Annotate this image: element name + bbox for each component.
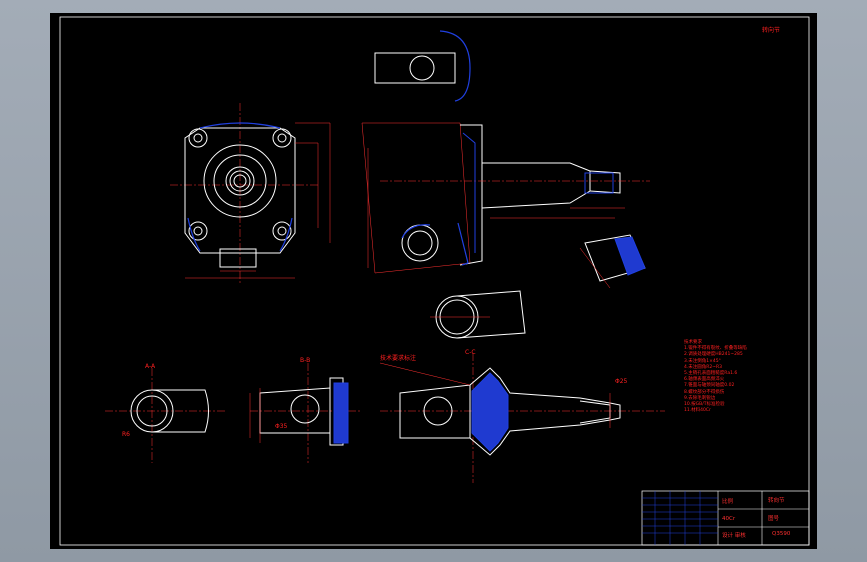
section-a-view xyxy=(105,368,225,463)
detail-section xyxy=(579,234,646,289)
section-a-label: A-A xyxy=(145,363,156,370)
title-code: Q3590 xyxy=(772,531,791,537)
title-drawing-no: 图号 xyxy=(768,516,780,522)
arrow-note: 技术要求标注 xyxy=(380,355,417,362)
title-name: 转向节 xyxy=(768,498,785,504)
dim-note-left: R6 xyxy=(122,431,130,438)
inner-frame xyxy=(59,16,810,546)
pin-detail xyxy=(430,290,526,339)
note-line: 11.材料40Cr xyxy=(684,408,711,414)
drawing-sheet: 转向节 A-A B-B C-C R6 Φ35 Φ25 技术要求标注 技术要求 1… xyxy=(50,13,817,549)
cad-drawing xyxy=(59,16,810,546)
section-b-label: B-B xyxy=(300,357,311,364)
dim-note-mid: Φ35 xyxy=(275,423,288,430)
technical-notes: 技术要求 1.锻件不得有裂纹、折叠等缺陷 2.调质处理硬度HB241~285 3… xyxy=(684,340,794,414)
section-c-label: C-C xyxy=(465,349,476,356)
knuckle-side-view xyxy=(361,30,650,274)
title-company: 设计 审核 xyxy=(722,533,746,539)
corner-mark: 转向节 xyxy=(762,27,781,34)
dim-note-right: Φ25 xyxy=(615,378,628,385)
title-scale-label: 比例 xyxy=(722,499,734,505)
title-material: 40Cr xyxy=(722,516,736,522)
section-c-view xyxy=(379,353,665,483)
flange-view xyxy=(170,103,331,283)
section-b-view xyxy=(249,363,360,463)
